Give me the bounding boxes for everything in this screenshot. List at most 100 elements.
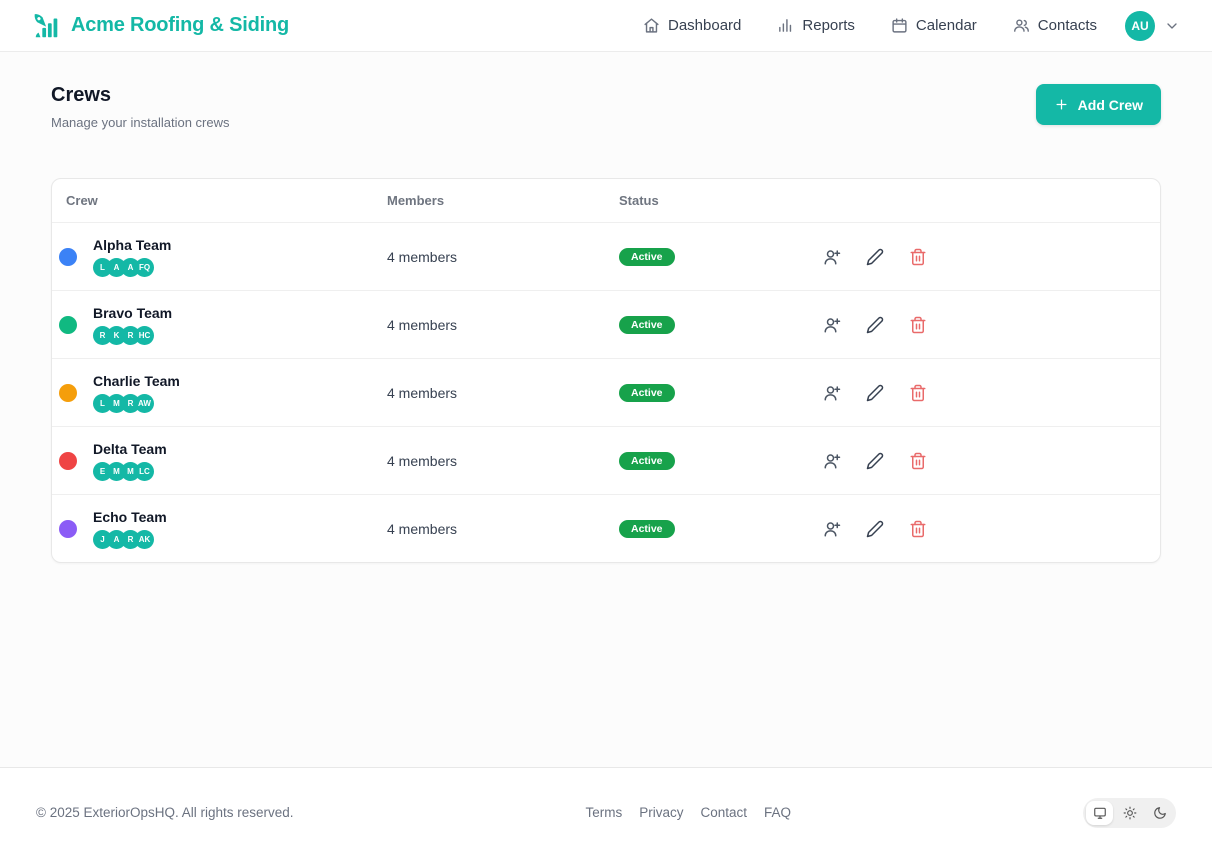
crew-name: Echo Team — [93, 509, 167, 525]
add-member-icon — [823, 316, 841, 334]
theme-system-button[interactable] — [1086, 801, 1113, 825]
crew-color-dot — [59, 248, 77, 266]
table-row: Alpha Team L A A FQ 4 members Active — [52, 222, 1160, 290]
crew-color-dot — [59, 384, 77, 402]
delete-crew-button[interactable] — [909, 248, 927, 266]
page-header: Crews Manage your installation crews Add… — [51, 84, 1161, 130]
pencil-icon — [866, 316, 884, 334]
members-count: 4 members — [387, 317, 619, 333]
add-member-icon — [823, 452, 841, 470]
status-badge: Active — [619, 452, 675, 470]
calendar-icon — [891, 17, 908, 34]
chevron-down-icon[interactable] — [1164, 18, 1180, 34]
trash-icon — [909, 248, 927, 266]
delete-crew-button[interactable] — [909, 384, 927, 402]
add-member-button[interactable] — [823, 248, 841, 266]
main-nav: Dashboard Reports Calendar Contacts — [643, 17, 1097, 34]
edit-crew-button[interactable] — [866, 248, 884, 266]
add-member-icon — [823, 248, 841, 266]
nav-item-dashboard[interactable]: Dashboard — [643, 17, 741, 34]
moon-icon — [1153, 806, 1167, 820]
copyright-text: © 2025 ExteriorOpsHQ. All rights reserve… — [36, 805, 294, 820]
sun-icon — [1123, 806, 1137, 820]
delete-crew-button[interactable] — [909, 452, 927, 470]
delete-crew-button[interactable] — [909, 520, 927, 538]
nav-label: Contacts — [1038, 17, 1097, 34]
member-avatar: HC — [135, 326, 154, 345]
avatar[interactable]: AU — [1125, 11, 1155, 41]
theme-dark-button[interactable] — [1146, 801, 1173, 825]
edit-crew-button[interactable] — [866, 316, 884, 334]
table-row: Delta Team E M M LC 4 members Active — [52, 426, 1160, 494]
users-icon — [1013, 17, 1030, 34]
member-avatar: LC — [135, 462, 154, 481]
trash-icon — [909, 384, 927, 402]
column-header-crew: Crew — [52, 193, 387, 208]
nav-label: Dashboard — [668, 17, 741, 34]
trash-icon — [909, 316, 927, 334]
page-subtitle: Manage your installation crews — [51, 115, 229, 130]
crew-name: Bravo Team — [93, 305, 172, 321]
member-avatars: J A R AK — [93, 530, 167, 549]
footer-link-faq[interactable]: FAQ — [764, 805, 791, 820]
member-avatars: L A A FQ — [93, 258, 171, 277]
add-member-button[interactable] — [823, 316, 841, 334]
footer-links: Terms Privacy Contact FAQ — [586, 805, 792, 820]
user-menu: AU — [1125, 11, 1180, 41]
add-member-button[interactable] — [823, 520, 841, 538]
column-header-members: Members — [387, 193, 619, 208]
theme-light-button[interactable] — [1116, 801, 1143, 825]
nav-item-contacts[interactable]: Contacts — [1013, 17, 1097, 34]
main-content: Crews Manage your installation crews Add… — [0, 52, 1212, 767]
crew-color-dot — [59, 316, 77, 334]
status-badge: Active — [619, 316, 675, 334]
edit-crew-button[interactable] — [866, 384, 884, 402]
top-nav: Acme Roofing & Siding Dashboard Reports … — [0, 0, 1212, 52]
nav-item-calendar[interactable]: Calendar — [891, 17, 977, 34]
brand-name: Acme Roofing & Siding — [71, 14, 289, 37]
member-avatar: AW — [135, 394, 154, 413]
plus-icon — [1054, 97, 1069, 112]
rocket-bars-logo-icon — [32, 11, 62, 41]
nav-label: Reports — [802, 17, 855, 34]
nav-item-reports[interactable]: Reports — [777, 17, 855, 34]
pencil-icon — [866, 520, 884, 538]
table-row: Bravo Team R K R HC 4 members Active — [52, 290, 1160, 358]
add-member-icon — [823, 520, 841, 538]
trash-icon — [909, 452, 927, 470]
footer-link-terms[interactable]: Terms — [586, 805, 623, 820]
crew-color-dot — [59, 520, 77, 538]
trash-icon — [909, 520, 927, 538]
edit-crew-button[interactable] — [866, 452, 884, 470]
add-member-icon — [823, 384, 841, 402]
status-badge: Active — [619, 248, 675, 266]
brand[interactable]: Acme Roofing & Siding — [32, 11, 289, 41]
add-member-button[interactable] — [823, 452, 841, 470]
theme-toggle — [1083, 798, 1176, 828]
add-crew-button[interactable]: Add Crew — [1036, 84, 1161, 125]
add-member-button[interactable] — [823, 384, 841, 402]
pencil-icon — [866, 384, 884, 402]
column-header-status: Status — [619, 193, 809, 208]
member-avatars: E M M LC — [93, 462, 167, 481]
page-footer: © 2025 ExteriorOpsHQ. All rights reserve… — [0, 767, 1212, 857]
members-count: 4 members — [387, 453, 619, 469]
footer-link-privacy[interactable]: Privacy — [639, 805, 683, 820]
page-title: Crews — [51, 84, 229, 107]
status-badge: Active — [619, 520, 675, 538]
nav-label: Calendar — [916, 17, 977, 34]
members-count: 4 members — [387, 249, 619, 265]
crews-table: Crew Members Status Alpha Team L A A FQ — [51, 178, 1161, 563]
member-avatars: L M R AW — [93, 394, 180, 413]
member-avatars: R K R HC — [93, 326, 172, 345]
status-badge: Active — [619, 384, 675, 402]
members-count: 4 members — [387, 521, 619, 537]
delete-crew-button[interactable] — [909, 316, 927, 334]
bar-chart-icon — [777, 17, 794, 34]
monitor-icon — [1093, 806, 1107, 820]
crew-color-dot — [59, 452, 77, 470]
footer-link-contact[interactable]: Contact — [701, 805, 748, 820]
edit-crew-button[interactable] — [866, 520, 884, 538]
member-avatar: FQ — [135, 258, 154, 277]
crew-name: Alpha Team — [93, 237, 171, 253]
